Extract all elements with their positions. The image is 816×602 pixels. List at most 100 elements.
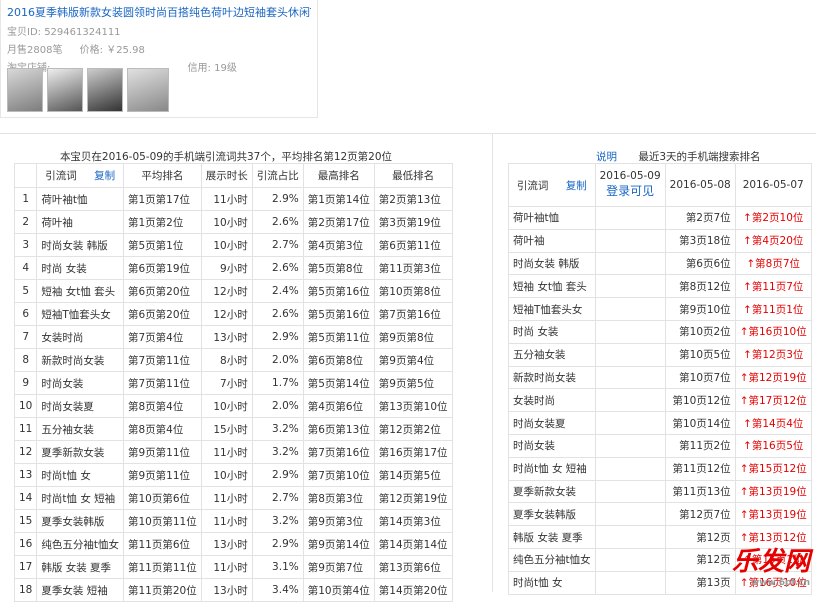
row-worst-rank: 第11页第3位: [373, 256, 453, 280]
row-avg-rank: 第1页第17位: [123, 187, 202, 211]
row-date-1-hidden: [594, 525, 666, 549]
row-index: 9: [13, 371, 38, 395]
row-date-3-rank: ↑第15页12位: [734, 456, 812, 481]
row-keyword: 时尚女装夏: [508, 411, 596, 435]
row-avg-rank: 第8页第4位: [123, 394, 202, 418]
table-row: 夏季新款女装 第11页13位 ↑第13页19位: [508, 479, 812, 504]
row-date-1-hidden: [594, 456, 666, 481]
row-avg-rank: 第7页第11位: [123, 348, 202, 372]
row-avg-rank: 第6页第19位: [123, 256, 202, 280]
table-row: 15 夏季女装韩版 第10页第11位 11小时 3.2% 第9页第3位 第14页第3位: [13, 509, 453, 533]
row-avg-rank: 第11页第6位: [123, 532, 202, 556]
table-row: 时尚女装 第11页2位 ↑第16页5位: [508, 433, 812, 458]
copy-link[interactable]: 复制: [94, 170, 115, 182]
row-date-2-rank: 第13页: [664, 570, 736, 595]
row-index: 12: [13, 440, 38, 464]
date-1-label: 2016-05-09: [599, 170, 661, 182]
rank-value: 第13页19位: [748, 508, 807, 521]
up-arrow-icon: ↑: [739, 508, 749, 521]
table-row: 1 荷叶袖t恤 第1页第17位 11小时 2.9% 第1页第14位 第2页第13位: [13, 187, 453, 211]
row-index: 10: [13, 394, 38, 418]
row-date-2-rank: 第10页14位: [664, 411, 736, 435]
up-arrow-icon: ↑: [743, 303, 752, 316]
table-row: 16 纯色五分袖t恤女 第11页第6位 13小时 2.9% 第9页第14位 第14页第14位: [13, 532, 453, 556]
row-best-rank: 第1页第14位: [302, 187, 375, 211]
row-index: 11: [13, 417, 38, 441]
row-date-1-hidden: [594, 251, 666, 276]
col-show-time: 展示时长: [200, 163, 253, 188]
row-date-3-rank: ↑第13页19位: [734, 502, 812, 527]
product-id: 宝贝ID: 529461324111: [7, 27, 121, 38]
row-keyword: 纯色五分袖t恤女: [36, 532, 124, 556]
col-date-3: 2016-05-07: [734, 163, 812, 207]
col-keyword-label: 引流词: [516, 179, 549, 192]
row-best-rank: 第5页第14位: [302, 371, 375, 395]
mobile-search-rank-table: 引流词 复制 2016-05-09 登录可见 2016-05-08 2016-0…: [508, 163, 812, 595]
row-show-time: 11小时: [200, 187, 253, 211]
product-thumbnail[interactable]: [87, 68, 123, 112]
row-worst-rank: 第7页第16位: [373, 302, 453, 326]
row-keyword: 荷叶袖t恤: [36, 187, 124, 211]
copy-link[interactable]: 复制: [566, 180, 587, 192]
row-ratio: 3.4%: [251, 578, 304, 602]
row-keyword: 荷叶袖: [508, 228, 596, 253]
table-row: 2 荷叶袖 第1页第2位 10小时 2.6% 第2页第17位 第3页第19位: [13, 210, 453, 234]
row-date-1-hidden: [594, 411, 666, 435]
rank-value: 第16页10位: [748, 326, 807, 339]
col-keyword: 引流词 复制: [36, 163, 124, 188]
table-row: 17 韩版 女装 夏季 第11页第11位 11小时 3.1% 第9页第7位 第13页第6位: [13, 555, 453, 579]
row-ratio: 2.7%: [251, 233, 304, 257]
row-ratio: 2.6%: [251, 256, 304, 280]
product-title-link[interactable]: 2016夏季韩版新款女装圆领时尚百搭纯色荷叶边短袖套头休闲T恤女: [7, 4, 311, 20]
row-avg-rank: 第11页第20位: [123, 578, 202, 602]
table-row: 短袖T恤套头女 第9页10位 ↑第11页1位: [508, 297, 812, 321]
rank-value: 第15页12位: [748, 463, 807, 476]
row-show-time: 13小时: [200, 325, 253, 349]
row-keyword: 时尚女装: [508, 433, 596, 458]
row-date-1-hidden: [594, 365, 666, 390]
row-ratio: 2.4%: [251, 279, 304, 303]
table-row: 女装时尚 第10页12位 ↑第17页12位: [508, 388, 812, 413]
table-row: 3 时尚女装 韩版 第5页第1位 10小时 2.7% 第4页第3位 第6页第11位: [13, 233, 453, 257]
row-best-rank: 第7页第16位: [302, 440, 375, 464]
row-date-1-hidden: [594, 342, 666, 367]
col-index: [13, 163, 38, 188]
product-sales: 月售2808笔: [7, 45, 63, 56]
row-best-rank: 第5页第11位: [302, 325, 375, 349]
row-avg-rank: 第6页第20位: [123, 279, 202, 303]
row-date-1-hidden: [594, 228, 666, 253]
product-thumbnail[interactable]: [47, 68, 83, 112]
col-date-1: 2016-05-09 登录可见: [594, 163, 666, 207]
row-avg-rank: 第9页第11位: [123, 463, 202, 487]
row-index: 3: [13, 233, 38, 257]
row-date-3-rank: ↑第14页4位: [734, 411, 812, 435]
row-keyword: 时尚t恤 女 短袖: [508, 456, 596, 481]
shop-credit: 信用: 19级: [187, 63, 237, 74]
row-show-time: 15小时: [200, 417, 253, 441]
row-best-rank: 第5页第16位: [302, 302, 375, 326]
row-ratio: 3.1%: [251, 555, 304, 579]
row-best-rank: 第5页第8位: [302, 256, 375, 280]
row-ratio: 2.9%: [251, 463, 304, 487]
row-date-3-rank: ↑第8页7位: [734, 251, 812, 276]
table-row: 时尚 女装 第10页2位 ↑第16页10位: [508, 319, 812, 344]
explain-link[interactable]: 说明: [596, 151, 617, 163]
up-arrow-icon: ↑: [739, 326, 749, 339]
rank-value: 第12页19位: [748, 371, 807, 384]
up-arrow-icon: ↑: [743, 280, 752, 293]
product-thumbnail[interactable]: [127, 68, 169, 112]
row-best-rank: 第9页第3位: [302, 509, 375, 533]
row-show-time: 10小时: [200, 463, 253, 487]
table-row: 5 短袖 女t恤 套头 第6页第20位 12小时 2.4% 第5页第16位 第10页第8位: [13, 279, 453, 303]
row-date-2-rank: 第6页6位: [664, 251, 736, 276]
row-worst-rank: 第9页第4位: [373, 348, 453, 372]
product-thumbnail[interactable]: [7, 68, 43, 112]
row-date-2-rank: 第11页12位: [664, 456, 736, 481]
login-to-view-link[interactable]: 登录可见: [600, 182, 661, 199]
row-keyword: 短袖 女t恤 套头: [508, 274, 596, 299]
rank-value: 第14页4位: [751, 417, 804, 430]
row-show-time: 11小时: [200, 486, 253, 510]
row-date-2-rank: 第10页12位: [664, 388, 736, 413]
table-row: 12 夏季新款女装 第9页第11位 11小时 3.2% 第7页第16位 第16页第17位: [13, 440, 453, 464]
row-index: 1: [13, 187, 38, 211]
